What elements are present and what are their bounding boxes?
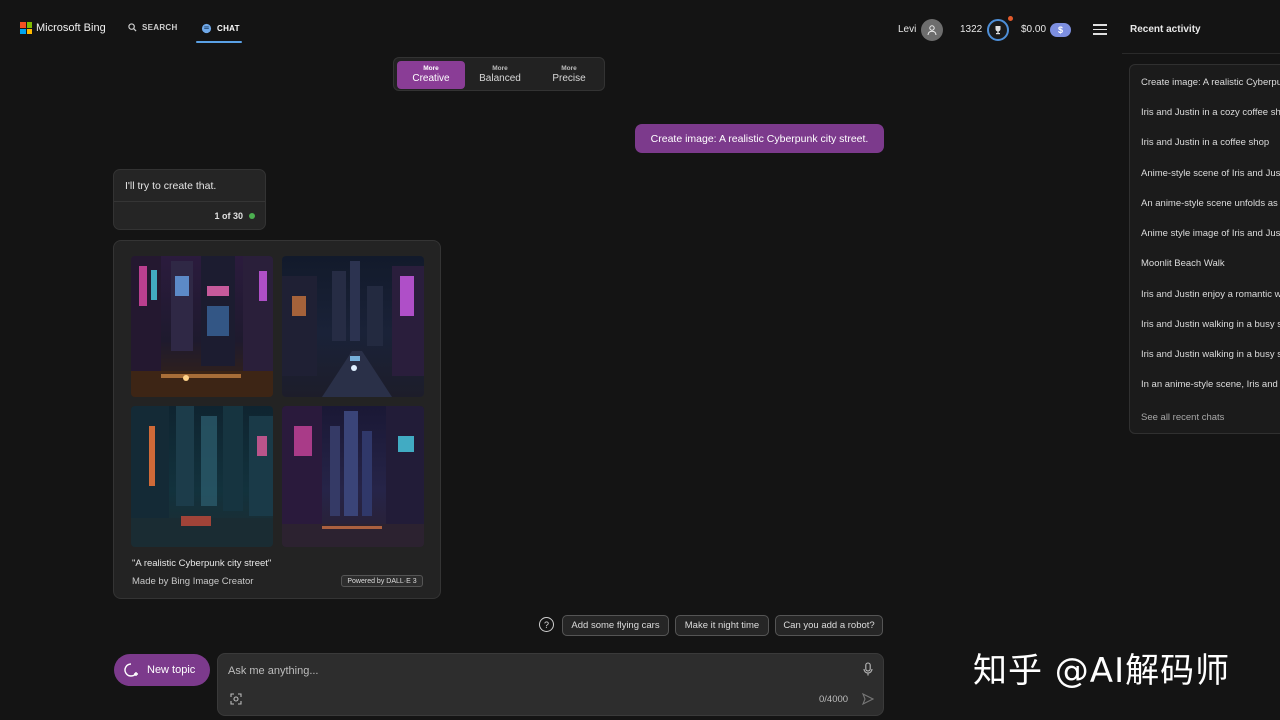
image-result-card: "A realistic Cyberpunk city street" Made… bbox=[113, 240, 441, 599]
tone-precise[interactable]: More Precise bbox=[535, 61, 603, 89]
suggestion-chip[interactable]: Add some flying cars bbox=[562, 615, 669, 636]
recent-item[interactable]: Iris and Justin enjoy a romantic walk bbox=[1141, 289, 1280, 300]
notification-dot bbox=[1008, 16, 1013, 21]
turn-counter: 1 of 30 bbox=[214, 211, 243, 221]
made-by-label[interactable]: Made by Bing Image Creator bbox=[132, 576, 253, 587]
rewards-points[interactable]: 1322 bbox=[960, 24, 982, 35]
trophy-icon bbox=[995, 26, 1001, 35]
bing-logo[interactable]: Microsoft Bing bbox=[20, 22, 106, 34]
recent-activity-title: Recent activity bbox=[1130, 24, 1201, 35]
conversation-style-selector: More Creative More Balanced More Precise bbox=[393, 57, 605, 91]
generated-image-1[interactable] bbox=[131, 256, 273, 397]
powered-by-badge: Powered by DALL·E 3 bbox=[341, 575, 423, 587]
tone-balanced-label: Balanced bbox=[479, 73, 521, 84]
microphone-icon[interactable] bbox=[863, 662, 873, 676]
nav-chat-label: CHAT bbox=[217, 24, 240, 33]
user-icon bbox=[927, 25, 937, 36]
suggestion-chip[interactable]: Make it night time bbox=[675, 615, 769, 636]
recent-item[interactable]: An anime-style scene unfolds as bbox=[1141, 198, 1278, 209]
recent-item[interactable]: Anime-style scene of Iris and Justin bbox=[1141, 168, 1280, 179]
recent-item[interactable]: Anime style image of Iris and Justin bbox=[1141, 228, 1280, 239]
nav-search[interactable]: SEARCH bbox=[128, 23, 178, 32]
new-topic-button[interactable]: New topic bbox=[114, 654, 210, 686]
new-topic-icon bbox=[124, 663, 138, 677]
balance[interactable]: $0.00 bbox=[1021, 24, 1046, 35]
nav-search-label: SEARCH bbox=[142, 23, 178, 32]
send-icon[interactable] bbox=[862, 693, 874, 705]
recent-item[interactable]: Iris and Justin in a cozy coffee shop bbox=[1141, 107, 1280, 118]
tone-precise-prefix: More bbox=[561, 65, 577, 72]
tone-creative-prefix: More bbox=[423, 65, 439, 72]
chat-composer: 0/4000 bbox=[217, 653, 884, 716]
microsoft-logo-icon bbox=[20, 22, 32, 34]
bot-message-divider bbox=[114, 201, 265, 202]
bot-message-text: I'll try to create that. bbox=[125, 180, 217, 192]
see-all-recent-link[interactable]: See all recent chats bbox=[1141, 412, 1224, 423]
recent-activity-panel: Create image: A realistic Cyberpunk city… bbox=[1129, 64, 1280, 434]
recent-item[interactable]: Iris and Justin in a coffee shop bbox=[1141, 137, 1269, 148]
recent-item[interactable]: Iris and Justin walking in a busy street bbox=[1141, 319, 1280, 330]
status-dot bbox=[249, 213, 255, 219]
visual-search-icon[interactable] bbox=[230, 693, 242, 705]
recent-item[interactable]: Iris and Justin walking in a busy street bbox=[1141, 349, 1280, 360]
recent-item[interactable]: Moonlit Beach Walk bbox=[1141, 258, 1225, 269]
recent-item[interactable]: Create image: A realistic Cyberpunk city… bbox=[1141, 77, 1280, 88]
generated-image-2[interactable] bbox=[282, 256, 424, 397]
bot-message: I'll try to create that. 1 of 30 bbox=[113, 169, 266, 230]
avatar[interactable] bbox=[921, 19, 943, 41]
generated-image-4[interactable] bbox=[282, 406, 424, 547]
nav-active-indicator bbox=[196, 41, 242, 43]
chat-icon bbox=[201, 23, 212, 34]
tone-balanced[interactable]: More Balanced bbox=[466, 61, 534, 89]
dollar-icon[interactable]: $ bbox=[1050, 23, 1071, 37]
tone-creative-label: Creative bbox=[412, 73, 450, 84]
user-message: Create image: A realistic Cyberpunk city… bbox=[635, 124, 884, 153]
image-caption: "A realistic Cyberpunk city street" bbox=[132, 558, 272, 569]
chat-input[interactable] bbox=[228, 662, 828, 680]
tone-balanced-prefix: More bbox=[492, 65, 508, 72]
search-icon bbox=[128, 23, 137, 32]
new-topic-label: New topic bbox=[147, 664, 196, 676]
recent-item[interactable]: In an anime-style scene, Iris and Justin bbox=[1141, 379, 1280, 390]
recent-divider bbox=[1122, 53, 1280, 54]
watermark-text: 知乎 @AI解码师 bbox=[973, 651, 1231, 691]
rewards-button[interactable] bbox=[987, 19, 1009, 41]
char-counter: 0/4000 bbox=[819, 694, 849, 705]
tone-creative[interactable]: More Creative bbox=[397, 61, 465, 89]
tone-precise-label: Precise bbox=[552, 73, 586, 84]
menu-icon[interactable] bbox=[1093, 24, 1107, 35]
help-icon[interactable]: ? bbox=[539, 617, 554, 632]
user-name[interactable]: Levi bbox=[898, 24, 916, 35]
suggestion-chip[interactable]: Can you add a robot? bbox=[775, 615, 883, 636]
brand-name: Microsoft Bing bbox=[36, 22, 106, 34]
generated-image-3[interactable] bbox=[131, 406, 273, 547]
nav-chat[interactable]: CHAT bbox=[201, 23, 240, 34]
